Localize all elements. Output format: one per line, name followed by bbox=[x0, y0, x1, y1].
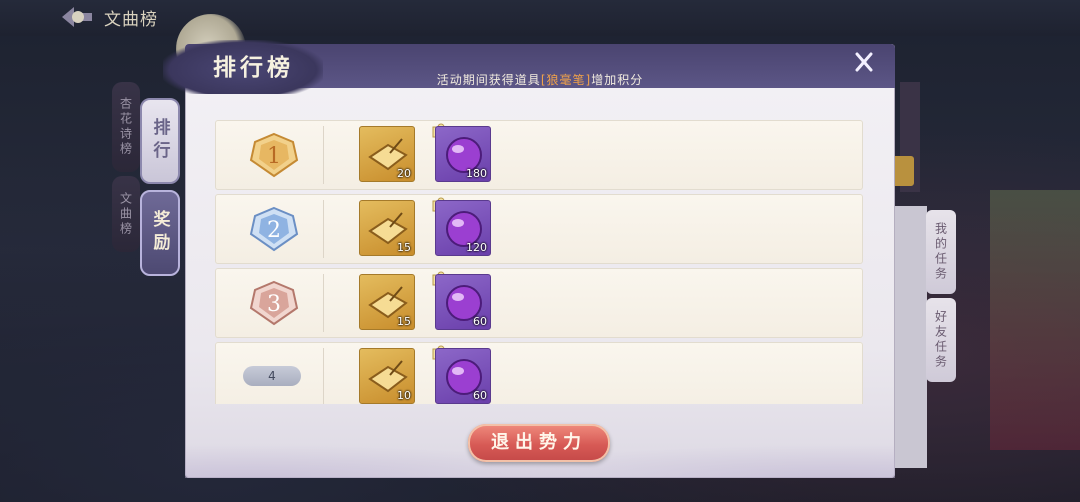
item-count: 60 bbox=[473, 389, 487, 402]
pavilion-decoration bbox=[990, 190, 1080, 450]
row-divider bbox=[323, 274, 324, 332]
reward-row: 4 10 60 bbox=[215, 342, 863, 404]
description-text: 活动期间获得道具 bbox=[436, 73, 541, 87]
item-count: 10 bbox=[397, 389, 411, 402]
background-side-panel bbox=[895, 206, 927, 468]
top-bar: 文曲榜 bbox=[0, 0, 1080, 36]
item-count: 20 bbox=[397, 167, 411, 180]
item-count: 15 bbox=[397, 315, 411, 328]
tab-rewards[interactable]: 奖励 bbox=[140, 190, 180, 276]
reward-row: 2 15 120 bbox=[215, 194, 863, 264]
bg-tab-friend-tasks: 好友任务 bbox=[926, 298, 956, 382]
row-divider bbox=[323, 200, 324, 258]
reward-row: 3 15 60 bbox=[215, 268, 863, 338]
reward-list[interactable]: 1 20 180 2 15 120 3 15 60 4 10 60 bbox=[215, 120, 863, 404]
rank-number: 3 bbox=[267, 292, 281, 317]
reward-item[interactable]: 60 bbox=[435, 274, 491, 330]
reward-item[interactable]: 20 bbox=[359, 126, 415, 182]
rank-number: 1 bbox=[267, 144, 281, 169]
item-count: 120 bbox=[466, 241, 487, 254]
rank-1-badge-icon: 1 bbox=[249, 132, 299, 178]
back-arrow-icon[interactable] bbox=[60, 4, 94, 30]
item-count: 15 bbox=[397, 241, 411, 254]
item-count: 180 bbox=[466, 167, 487, 180]
reward-item[interactable]: 120 bbox=[435, 200, 491, 256]
bg-tab-apricot-poem: 杏花诗榜 bbox=[112, 82, 140, 172]
rank-pill: 4 bbox=[243, 366, 301, 386]
reward-item[interactable]: 15 bbox=[359, 274, 415, 330]
reward-item[interactable]: 60 bbox=[435, 348, 491, 404]
rank-3-badge-icon: 3 bbox=[249, 280, 299, 326]
description-text-end: 增加积分 bbox=[591, 73, 644, 87]
reward-row: 1 20 180 bbox=[215, 120, 863, 190]
event-description: 活动期间获得道具[狼毫笔]增加积分 bbox=[185, 71, 895, 88]
reward-item[interactable]: 180 bbox=[435, 126, 491, 182]
close-icon[interactable] bbox=[845, 47, 883, 77]
row-divider bbox=[323, 348, 324, 404]
item-count: 60 bbox=[473, 315, 487, 328]
exit-faction-button[interactable]: 退出势力 bbox=[468, 424, 610, 462]
reward-item[interactable]: 15 bbox=[359, 200, 415, 256]
tab-ranking[interactable]: 排行 bbox=[140, 98, 180, 184]
highlight-item-name: [狼毫笔] bbox=[540, 73, 592, 87]
rank-2-badge-icon: 2 bbox=[249, 206, 299, 252]
bg-tab-my-tasks: 我的任务 bbox=[926, 210, 956, 294]
rank-number: 2 bbox=[267, 218, 281, 243]
reward-item[interactable]: 10 bbox=[359, 348, 415, 404]
page-title: 文曲榜 bbox=[104, 10, 158, 30]
ranking-dialog: 排行榜 活动期间获得道具[狼毫笔]增加积分 1 20 180 2 15 120 … bbox=[163, 40, 895, 478]
row-divider bbox=[323, 126, 324, 184]
bg-tab-wenqu: 文曲榜 bbox=[112, 176, 140, 252]
